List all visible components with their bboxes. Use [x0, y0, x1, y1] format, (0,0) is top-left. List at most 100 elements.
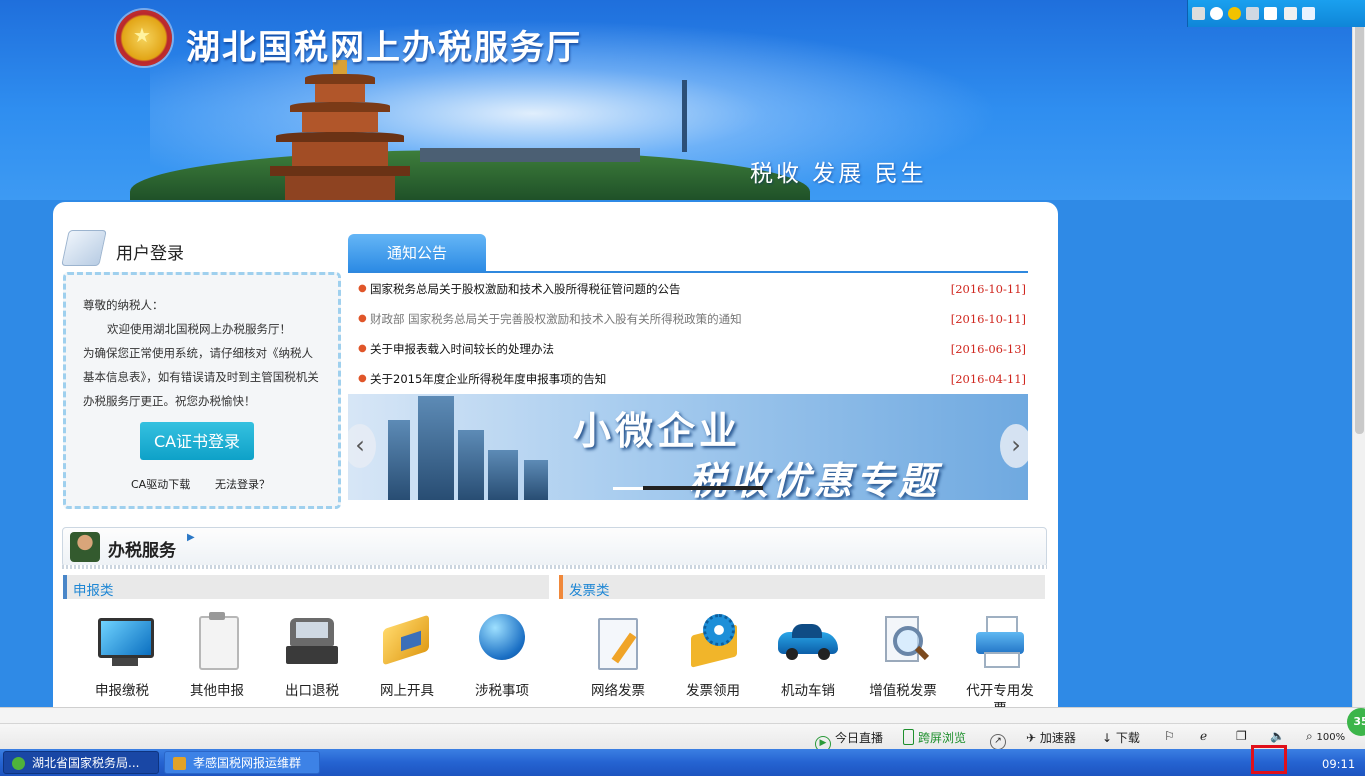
monitor-icon	[92, 612, 154, 672]
notice-item-title[interactable]: 关于申报表载入时间较长的处理办法	[370, 341, 554, 357]
ie-button[interactable]: ℯ	[1200, 729, 1207, 743]
service-label: 网络发票	[591, 683, 645, 699]
magnifier-document-icon	[873, 612, 933, 672]
login-greeting: 尊敬的纳税人：	[83, 298, 164, 312]
compass-button[interactable]: ↗	[990, 729, 1010, 750]
checkbox-tray-icon[interactable]	[1302, 7, 1315, 20]
bullet-icon: ●	[358, 313, 367, 324]
service-online-issue[interactable]: 网上开具	[362, 612, 452, 700]
vertical-scrollbar[interactable]	[1352, 0, 1365, 707]
window-button[interactable]: ❐	[1236, 729, 1247, 743]
caret-right-icon: ▶	[187, 532, 195, 543]
accelerator-label: 加速器	[1039, 731, 1076, 745]
cash-register-icon	[282, 612, 342, 672]
cross-screen-label: 跨屏浏览	[918, 731, 967, 745]
usb-key-icon[interactable]	[1284, 7, 1297, 20]
document-pencil-icon	[588, 612, 648, 672]
service-label: 网上开具	[380, 683, 434, 699]
service-tax-matters[interactable]: 涉税事项	[457, 612, 547, 700]
service-vat-invoice[interactable]: 增值税发票	[858, 612, 948, 700]
tax-services-header: 办税服务 ▶	[62, 527, 1047, 567]
tray-expand-icon[interactable]	[1210, 7, 1223, 20]
notice-item[interactable]: ● 国家税务总局关于股权激励和技术入股所得税征管问题的公告 [2016-10-1…	[358, 280, 1026, 300]
service-vehicle-sales[interactable]: 机动车销	[763, 612, 853, 700]
banner-indicator[interactable]	[613, 487, 643, 490]
ie-icon: ℯ	[1200, 729, 1208, 743]
banner-prev-arrow-icon[interactable]: ‹	[348, 424, 376, 468]
banner-next-arrow-icon[interactable]: ›	[1000, 424, 1028, 468]
cross-screen-button[interactable]: 跨屏浏览	[903, 729, 966, 746]
flag-button[interactable]: ⚐	[1164, 729, 1175, 743]
service-invoice-claim[interactable]: 发票领用	[668, 612, 758, 700]
ca-login-button[interactable]: CA证书登录	[140, 422, 254, 460]
car-icon	[778, 612, 838, 672]
keyboard-icon[interactable]	[1192, 7, 1205, 20]
national-tax-emblem-icon	[116, 10, 172, 66]
category-declare: 申报类	[63, 575, 549, 599]
notice-item-title[interactable]: 财政部 国家税务总局关于完善股权激励和技术入股有关所得税政策的通知	[370, 311, 742, 327]
zoom-button[interactable]: ⌕ 100%	[1306, 729, 1345, 744]
pen-tool-icon[interactable]	[1264, 7, 1277, 20]
system-tray	[1187, 0, 1365, 27]
banner-indicator-active[interactable]	[643, 486, 763, 490]
gear-book-icon	[683, 612, 743, 672]
taskbar-clock[interactable]: 09:11	[1322, 757, 1355, 771]
service-label: 发票领用	[686, 683, 740, 699]
service-label: 涉税事项	[475, 683, 529, 699]
tray-highlight-box	[1251, 745, 1287, 774]
download-label: 下载	[1115, 731, 1140, 745]
printer-icon	[970, 612, 1030, 672]
globe-icon	[472, 612, 532, 672]
cannot-login-link[interactable]: 无法登录？	[215, 476, 270, 492]
login-header: 用户登录	[61, 230, 343, 270]
windows-taskbar: 湖北省国家税务局... 孝感国税网报运维群	[0, 749, 1365, 776]
service-other-declare[interactable]: 其他申报	[172, 612, 262, 700]
compass-icon: ↗	[990, 734, 1006, 750]
scrollbar-thumb[interactable]	[1355, 14, 1364, 434]
bullet-icon: ●	[358, 343, 367, 354]
taskbar-item-qq-group[interactable]: 孝感国税网报运维群	[164, 751, 320, 774]
accelerator-button[interactable]: ✈ 加速器	[1026, 729, 1076, 746]
notice-item[interactable]: ● 关于2015年度企业所得税年度申报事项的告知 [2016-04-11]	[358, 370, 1026, 390]
yellow-crane-tower-image	[270, 60, 410, 200]
notice-item-date: [2016-04-11]	[950, 372, 1026, 386]
header-slogan: 税收 发展 民生	[750, 161, 927, 187]
speaker-icon: 🔈	[1270, 729, 1285, 743]
site-header: 湖北国税网上办税服务厅 税收 发展 民生	[0, 0, 1352, 200]
service-export-refund[interactable]: 出口退税	[267, 612, 357, 700]
category-declare-label: 申报类	[73, 583, 114, 599]
download-button[interactable]: ↓ 下载	[1102, 729, 1140, 746]
service-label: 增值税发票	[869, 683, 937, 699]
bullet-icon: ●	[358, 283, 367, 294]
promo-banner[interactable]: 小微企业 税收优惠专题 ‹ ›	[348, 394, 1028, 500]
zoom-icon: ⌕	[1306, 729, 1317, 743]
header-bridge	[420, 148, 640, 162]
browser-icon	[12, 757, 25, 770]
notice-item[interactable]: ● 财政部 国家税务总局关于完善股权激励和技术入股有关所得税政策的通知 [201…	[358, 310, 1026, 330]
ca-driver-download-link[interactable]: CA驱动下载	[131, 476, 190, 492]
clipboard-icon	[187, 612, 247, 672]
qq-icon[interactable]	[1228, 7, 1241, 20]
bullet-icon: ●	[358, 373, 367, 384]
category-invoice-label: 发票类	[569, 583, 610, 599]
service-online-invoice[interactable]: 网络发票	[573, 612, 663, 700]
notice-item-title[interactable]: 国家税务总局关于股权激励和技术入股所得税征管问题的公告	[370, 281, 681, 297]
tab-notice[interactable]: 通知公告	[348, 234, 486, 272]
taskbar-item-browser[interactable]: 湖北省国家税务局...	[3, 751, 159, 774]
taskbar-item-label: 孝感国税网报运维群	[193, 756, 302, 770]
category-invoice: 发票类	[559, 575, 1045, 599]
notice-item-date: [2016-10-11]	[950, 312, 1026, 326]
notice-item-date: [2016-06-13]	[950, 342, 1026, 356]
tax-services-divider	[62, 565, 1047, 569]
login-title: 用户登录	[116, 244, 184, 264]
rocket-icon: ✈	[1026, 731, 1040, 745]
notice-item[interactable]: ● 关于申报表载入时间较长的处理办法 [2016-06-13]	[358, 340, 1026, 360]
service-special-invoice[interactable]: 代开专用发票	[953, 612, 1047, 707]
phone-icon	[903, 729, 914, 745]
login-welcome: 欢迎使用湖北国税网上办税服务厅！	[107, 322, 291, 336]
volume-button[interactable]: 🔈	[1270, 729, 1285, 743]
browser-bottom-toolbar: ▶ 今日直播 跨屏浏览 ↗ ✈ 加速器 ↓ 下载 ⚐ ℯ ❐ 🔈 ⌕ 100%	[0, 723, 1365, 752]
notice-item-title[interactable]: 关于2015年度企业所得税年度申报事项的告知	[370, 371, 606, 387]
service-declare-pay[interactable]: 申报缴税	[77, 612, 167, 700]
network-icon[interactable]	[1246, 7, 1259, 20]
